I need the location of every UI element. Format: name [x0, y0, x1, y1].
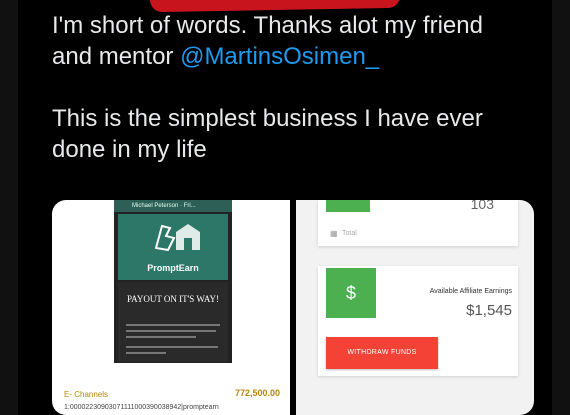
stats-count: 103	[470, 200, 494, 212]
mention-link[interactable]: @MartinsOsimen_	[180, 43, 379, 70]
photo-border-left	[0, 0, 18, 415]
media-image-left[interactable]: Michael Peterson · Fri... PromptEarn PAY…	[52, 200, 290, 415]
total-label: Total	[342, 230, 357, 237]
blurred-text-line	[126, 330, 216, 332]
dollar-icon: $	[326, 268, 376, 318]
payout-card: PAYOUT ON IT'S WAY!	[118, 282, 228, 362]
payout-title: PAYOUT ON IT'S WAY!	[126, 294, 220, 304]
ledger-reference: 1:00002230903071111000390038942|promptea…	[64, 404, 219, 411]
promptearn-banner: PromptEarn	[118, 214, 228, 280]
earnings-card: $ Available Affiliate Earnings $1,545 WI…	[318, 266, 518, 376]
ledger-amount: 772,500.00	[234, 388, 280, 398]
blurred-text-line	[126, 346, 218, 348]
tweet-line-4: done in my life	[52, 136, 207, 163]
promptearn-logo-icon	[154, 224, 200, 252]
ledger-channel-name: E- Channels	[64, 390, 109, 399]
blurred-text-line	[126, 336, 196, 338]
promptearn-logo-text: PromptEarn	[147, 263, 199, 273]
tweet-line-2: and mentor @MartinsOsimen_	[52, 41, 532, 72]
photo-border-right	[552, 0, 570, 415]
chat-header: Michael Peterson · Fri...	[114, 200, 232, 212]
earnings-label: Available Affiliate Earnings	[429, 288, 512, 295]
tweet-line-2-prefix: and mentor	[52, 43, 181, 70]
media-image-right[interactable]: 103 ▦ Total $ Available Affiliate Earnin…	[296, 200, 534, 415]
withdraw-funds-button[interactable]: WITHDRAW FUNDS	[326, 337, 438, 369]
earnings-value: $1,545	[466, 302, 512, 319]
blurred-text-line	[126, 352, 166, 354]
tweet-media[interactable]: Michael Peterson · Fri... PromptEarn PAY…	[52, 200, 534, 415]
green-icon-box	[326, 200, 370, 212]
blurred-text-line	[126, 324, 220, 326]
stats-card: 103 ▦ Total	[318, 200, 518, 246]
calendar-icon: ▦	[330, 229, 338, 238]
tweet-line-3: This is the simplest business I have eve…	[52, 105, 483, 132]
tweet-body: I'm short of words. Thanks alot my frien…	[52, 10, 532, 165]
tweet-line-1: I'm short of words. Thanks alot my frien…	[52, 12, 483, 39]
chat-screenshot: Michael Peterson · Fri... PromptEarn PAY…	[114, 200, 232, 363]
